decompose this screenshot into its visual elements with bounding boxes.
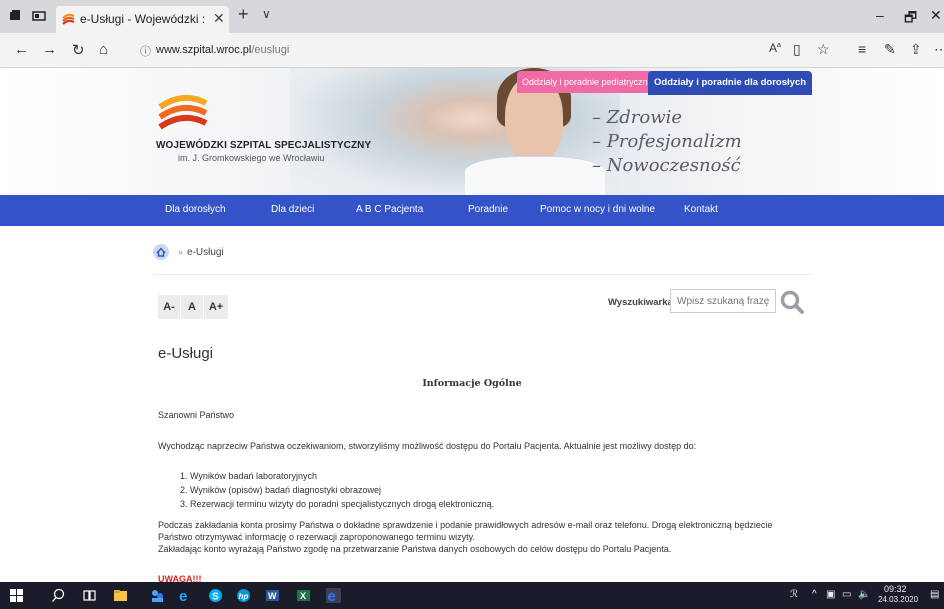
breadcrumb-separator: »: [178, 247, 184, 257]
svg-text:S: S: [212, 592, 219, 603]
url-path: /euslugi: [251, 44, 290, 56]
logo-subtitle: im. J. Gromkowskiego we Wrocławiu: [178, 153, 325, 163]
internet-explorer-icon[interactable]: e: [178, 588, 193, 603]
url-text[interactable]: www.szpital.wroc.pl/euslugi: [156, 44, 289, 56]
site-info-icon[interactable]: ⓘ: [140, 43, 151, 59]
home-icon: [156, 247, 166, 257]
url-host: www.szpital.wroc.pl: [156, 44, 252, 56]
back-arrow-icon[interactable]: ←: [14, 41, 29, 58]
active-tab[interactable]: e-Usługi - Wojewódzki : ✕: [56, 6, 229, 33]
tab-list-chevron-icon[interactable]: ∨: [262, 7, 271, 21]
tab-close-icon[interactable]: ✕: [213, 10, 225, 27]
main-menu: Dla dorosłych Dla dzieci A B C Pacjenta …: [0, 195, 944, 226]
volume-icon[interactable]: 🔈: [858, 589, 870, 600]
logo-title: WOJEWÓDZKI SZPITAL SPECJALISTYCZNY: [156, 140, 372, 151]
minimize-button[interactable]: –: [876, 7, 884, 23]
svg-text:X: X: [300, 591, 306, 601]
svg-text:W: W: [268, 591, 277, 601]
tray-app-icon[interactable]: ▣: [826, 589, 835, 600]
skype-icon[interactable]: S: [208, 588, 223, 603]
new-tab-button[interactable]: +: [238, 4, 249, 25]
web-page: WOJEWÓDZKI SZPITAL SPECJALISTYCZNY im. J…: [0, 68, 944, 582]
menu-item-children[interactable]: Dla dzieci: [271, 204, 314, 215]
tab-adult-wards[interactable]: Oddziały i poradnie dla dorosłych: [648, 71, 813, 95]
intro-paragraph: Wychodząc naprzeciw Państwa oczekiwaniom…: [158, 441, 697, 451]
paragraph-line: Państwo otrzymywać informację o rezerwac…: [158, 532, 475, 542]
divider: [153, 274, 813, 275]
menu-item-abc-patient[interactable]: A B C Pacjenta: [356, 204, 423, 215]
task-view-icon[interactable]: [82, 588, 97, 603]
taskbar: e S hp W X e ℛ ^ ▣ ▭ 🔈 09:32 24.03.2020 …: [0, 582, 944, 609]
hp-support-icon[interactable]: hp: [236, 588, 251, 603]
share-icon[interactable]: ⇪: [910, 41, 922, 58]
menu-item-adults[interactable]: Dla dorosłych: [165, 204, 226, 215]
more-icon[interactable]: ⋯: [934, 41, 944, 58]
refresh-icon[interactable]: ↻: [72, 41, 85, 59]
search-icon[interactable]: [779, 289, 805, 315]
greeting: Szanowni Państwo: [158, 410, 235, 420]
font-decrease-button[interactable]: A-: [158, 295, 180, 319]
clock-date[interactable]: 24.03.2020: [878, 595, 918, 604]
svg-text:hp: hp: [239, 592, 249, 601]
svg-text:e: e: [328, 588, 336, 603]
read-aloud-icon[interactable]: Aa: [769, 41, 781, 55]
section-heading: Informacje Ogólne: [422, 378, 522, 389]
page-title: e-Usługi: [158, 345, 214, 362]
reading-view-icon[interactable]: ▯: [793, 41, 801, 58]
favorite-star-icon[interactable]: ☆: [817, 41, 830, 58]
site-header: WOJEWÓDZKI SZPITAL SPECJALISTYCZNY im. J…: [0, 68, 944, 195]
clock-time[interactable]: 09:32: [884, 584, 907, 594]
close-window-button[interactable]: ✕: [930, 7, 942, 24]
list-item: 3. Rezerwacji terminu wizyty do poradni …: [180, 499, 495, 509]
people-tray-icon[interactable]: ℛ: [790, 589, 798, 600]
hospital-logo-icon[interactable]: [158, 93, 208, 133]
header-photo-coat: [465, 156, 605, 195]
paragraph-line: Podczas zakładania konta prosimy Państwa…: [158, 520, 773, 530]
slogan-line: – Zdrowie: [592, 107, 683, 128]
tab-title: e-Usługi - Wojewódzki :: [80, 12, 206, 26]
menu-item-night-help[interactable]: Pomoc w nocy i dni wolne: [540, 204, 655, 215]
menu-item-contact[interactable]: Kontakt: [684, 204, 718, 215]
favorites-list-icon[interactable]: ≡: [858, 41, 866, 57]
tab-actions-icon[interactable]: [8, 9, 22, 23]
browser-title-bar: e-Usługi - Wojewódzki : ✕ + ∨ – 🗗 ✕: [0, 0, 944, 33]
search-input[interactable]: [670, 289, 776, 313]
file-explorer-icon[interactable]: [113, 588, 128, 603]
hospital-favicon-icon: [62, 13, 75, 25]
tabs-aside-icon[interactable]: [32, 9, 46, 23]
breadcrumb-home-icon[interactable]: [153, 244, 169, 260]
menu-item-clinics[interactable]: Poradnie: [468, 204, 508, 215]
consent-paragraph: Zakładając konto wyrażają Państwo zgodę …: [158, 544, 672, 554]
people-app-icon[interactable]: [150, 588, 165, 603]
address-bar[interactable]: ⓘ www.szpital.wroc.pl/euslugi: [134, 40, 834, 62]
font-normal-button[interactable]: A: [181, 295, 203, 319]
edge-browser-icon[interactable]: e: [326, 588, 341, 603]
slogan-line: – Nowoczesność: [592, 155, 741, 176]
notifications-icon[interactable]: ▤: [930, 589, 939, 600]
search-label: Wyszukiwarka: [608, 297, 673, 308]
excel-icon[interactable]: X: [296, 588, 311, 603]
search-icon[interactable]: [51, 588, 66, 603]
word-icon[interactable]: W: [265, 588, 280, 603]
font-increase-button[interactable]: A+: [204, 295, 228, 319]
list-item: 2. Wyników (opisów) badań diagnostyki ob…: [180, 485, 382, 495]
warning-text: UWAGA!!!: [158, 574, 202, 582]
svg-text:e: e: [179, 588, 187, 603]
network-icon[interactable]: ▭: [842, 589, 851, 600]
home-icon[interactable]: ⌂: [99, 41, 108, 58]
tab-pediatric-wards[interactable]: Oddziały i poradnie pediatryczne: [517, 71, 658, 93]
windows-start-icon[interactable]: [9, 588, 24, 603]
forward-arrow-icon[interactable]: →: [42, 41, 57, 58]
notes-pen-icon[interactable]: ✎: [884, 41, 896, 58]
slogan-line: – Profesjonalizm: [592, 131, 742, 152]
tray-chevron-up-icon[interactable]: ^: [812, 589, 817, 600]
list-item: 1. Wyników badań laboratoryjnych: [180, 471, 317, 481]
breadcrumb-current: e-Usługi: [187, 247, 224, 258]
maximize-button[interactable]: 🗗: [904, 7, 917, 31]
browser-nav-bar: ← → ↻ ⌂ ⓘ www.szpital.wroc.pl/euslugi Aa…: [0, 33, 944, 68]
